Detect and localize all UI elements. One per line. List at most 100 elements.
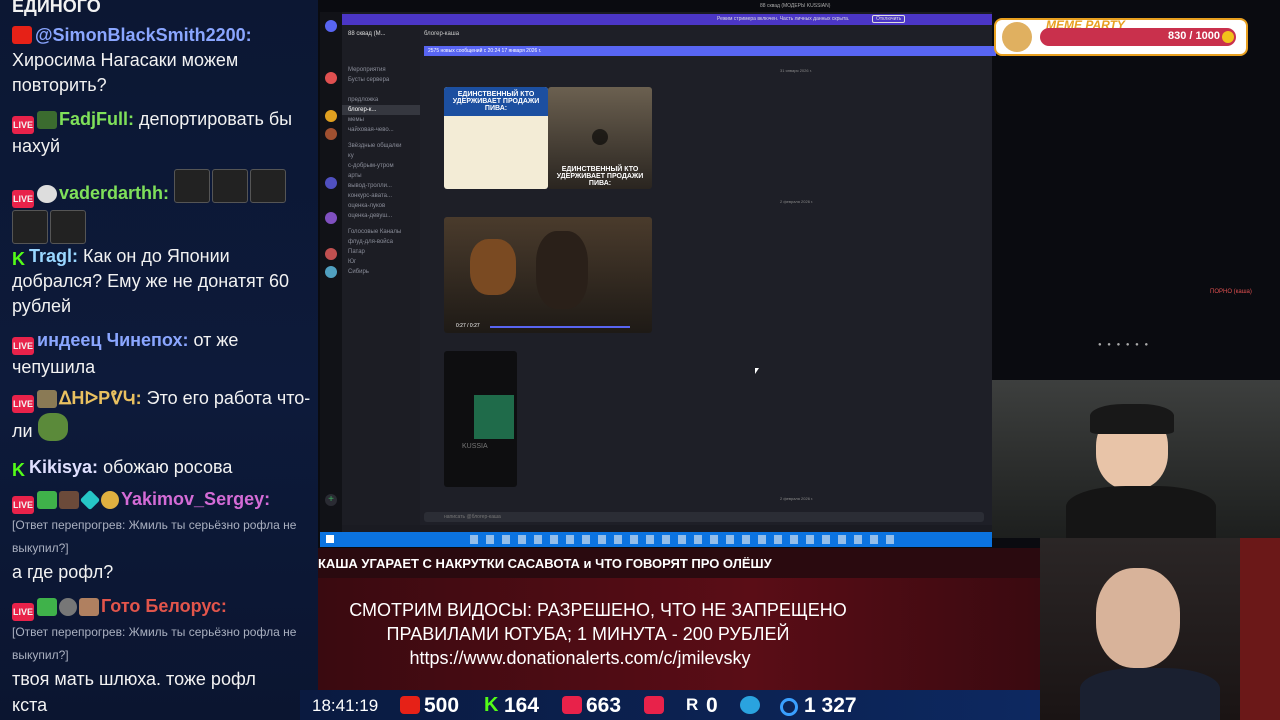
doge-icon (1002, 22, 1032, 52)
server-icon[interactable] (325, 128, 337, 140)
chat-message: @SimonBlackSmith2200: Хиросима Нагасаки … (12, 23, 312, 98)
server-name[interactable]: 88 сквад (М... (342, 25, 420, 39)
window-title: 88 сквад (МОДЕРЫ KUSSIAN) (760, 3, 831, 9)
video-time: 0:27 / 0:27 (456, 323, 480, 329)
chat-username: vaderdarthh: (59, 183, 170, 203)
channel-item[interactable]: предложка (342, 95, 420, 105)
chat-message: LIVE Гото Белорус: [Ответ перепрогрев: Жм… (12, 594, 312, 692)
channel-item[interactable]: арты (342, 171, 420, 181)
taskbar-app-icons[interactable] (470, 535, 900, 544)
teddy-bear (470, 239, 516, 295)
channel-item-active[interactable]: блогер-к... (342, 105, 420, 115)
channel-item[interactable]: оценка-луков (342, 201, 420, 211)
telegram-icon (740, 696, 760, 714)
emote-icon (250, 169, 287, 203)
live-badge-icon: LIVE (12, 116, 34, 134)
chat-text: Хиросима Нагасаки можем повторить? (12, 50, 239, 95)
live-badge-icon: LIVE (12, 603, 34, 621)
video-thumbnail[interactable]: ЕДИНСТВЕННЫЙ КТО УДЕРЖИВАЕТ ПРОДАЖИ ПИВА… (548, 87, 652, 189)
banner-text: Режим стримера включен. Часть личных дан… (717, 16, 850, 22)
emote-icon (50, 210, 86, 244)
chat-username: Yakimov_Sergey: (121, 489, 271, 509)
streamer-shirt (1080, 668, 1220, 720)
server-list[interactable]: + (320, 12, 342, 532)
play-icon[interactable] (592, 129, 608, 145)
rutube-viewers: 0 (706, 694, 718, 717)
member-list: ПОРНО (каша) (1190, 70, 1280, 320)
chat-message: K Tragl: Как он до Японии добрался? Ему ж… (12, 244, 312, 319)
live-badge-icon: LIVE (12, 395, 34, 413)
video-thumbnail[interactable]: ЕДИНСТВЕННЫЙ КТО УДЕРЖИВАЕТ ПРОДАЖИ ПИВА… (444, 87, 548, 189)
emote-icon (212, 169, 249, 203)
chat-message: LIVE vaderdarthh: (12, 169, 312, 247)
emote-icon (37, 185, 57, 203)
emote-icon (79, 598, 99, 616)
chat-partial-top: ЕДИНОГО (12, 0, 101, 16)
server-icon[interactable] (325, 248, 337, 260)
channel-item[interactable]: ку (342, 151, 420, 161)
discord-home-icon[interactable] (325, 20, 337, 32)
voice-channel[interactable]: Сибирь (342, 267, 420, 277)
channel-item[interactable]: конкурс-авата... (342, 191, 420, 201)
chat-text: обожаю росова (103, 457, 233, 477)
stream-stats-bar: 18:41:19 500 K 164 663 R 0 1 327 (300, 690, 1040, 720)
message-reactions[interactable]: ● ● ● ● ● ● (1098, 342, 1176, 349)
channel-item[interactable]: оценка-девуш... (342, 211, 420, 221)
channel-item[interactable]: мемы (342, 115, 420, 125)
live-viewers: 663 (586, 694, 622, 717)
voice-channel[interactable]: флуд-для-войса (342, 237, 420, 247)
new-messages-bar[interactable]: 2575 новых сообщений с 20:24 17 января 2… (424, 46, 996, 56)
emote-icon (12, 210, 48, 244)
voice-channel[interactable]: Юг (342, 257, 420, 267)
channel-category[interactable]: Звёздные общалки (342, 141, 420, 151)
person-figure (536, 231, 588, 309)
message-input[interactable]: написать @блогер-каша (424, 512, 984, 522)
kick-badge-icon: K (12, 460, 25, 480)
chat-username: Tragl: (29, 246, 79, 266)
webcam-guest (992, 380, 1280, 538)
meme-party-widget: MEME PARTY 830 / 1000 (994, 18, 1248, 56)
mouse-cursor-icon (755, 368, 759, 374)
clock: 18:41:19 (312, 696, 379, 715)
disable-streamer-mode-button[interactable]: Отключить (872, 15, 906, 23)
server-icon[interactable] (325, 72, 337, 84)
channel-list: 88 сквад (М... Мероприятия Бусты сервера… (342, 25, 420, 525)
kick-badge-icon: K (12, 249, 25, 269)
tiktok-preview (474, 395, 514, 439)
server-icon[interactable] (325, 212, 337, 224)
tiktok-video[interactable]: KUSSIA (444, 351, 517, 487)
channel-item[interactable]: с-добрым-утром (342, 161, 420, 171)
server-icon[interactable] (325, 177, 337, 189)
live-icon (562, 696, 582, 714)
add-server-icon[interactable]: + (325, 494, 337, 506)
chat-text: а где рофл? (12, 562, 114, 582)
banner-line: ПРАВИЛАМИ ЮТУБА; 1 МИНУТА - 200 РУБЛЕЙ (386, 624, 790, 644)
server-icon[interactable] (325, 110, 337, 122)
youtube-icon (400, 696, 420, 714)
chat-message: LIVE ᐃHᐅPᕓԿ: Это его работа что-ли (12, 386, 312, 444)
video-player[interactable]: 0:27 / 0:27 (444, 217, 652, 333)
viewers-icon (780, 698, 798, 716)
thumbnail-caption: ЕДИНСТВЕННЫЙ КТО УДЕРЖИВАЕТ ПРОДАЖИ ПИВА… (556, 166, 644, 187)
total-viewers: 1 327 (804, 694, 857, 717)
channel-header: блогер-каша (424, 31, 460, 37)
kick-viewers: 164 (504, 694, 540, 717)
chat-username: FadjFull: (59, 109, 134, 129)
chat-message: LIVE FadjFull: депортировать бы нахуй (12, 107, 312, 159)
member-item[interactable]: ПОРНО (каша) (1210, 289, 1252, 295)
thumbnail-caption: ЕДИНСТВЕННЫЙ КТО УДЕРЖИВАЕТ ПРОДАЖИ ПИВА… (444, 87, 548, 116)
flag-background (1240, 538, 1280, 720)
video-progress-bar[interactable] (490, 326, 630, 328)
stream-title: КАША УГАРАЕТ С НАКРУТКИ САСАВОТА и ЧТО Г… (318, 556, 772, 571)
server-icon[interactable] (325, 266, 337, 278)
start-icon[interactable] (326, 535, 334, 543)
coin-icon (1222, 31, 1234, 43)
channel-item[interactable]: Бусты сервера (342, 75, 420, 85)
channel-item[interactable]: Мероприятия (342, 65, 420, 75)
voice-channel[interactable]: Патар (342, 247, 420, 257)
channel-item[interactable]: чайховая-чево... (342, 125, 420, 135)
live-badge-icon: LIVE (12, 496, 34, 514)
channel-category[interactable]: Голосовые Каналы (342, 227, 420, 237)
channel-item[interactable]: вывод-тролли... (342, 181, 420, 191)
date-divider: 31 января 2026 г. (780, 68, 812, 73)
